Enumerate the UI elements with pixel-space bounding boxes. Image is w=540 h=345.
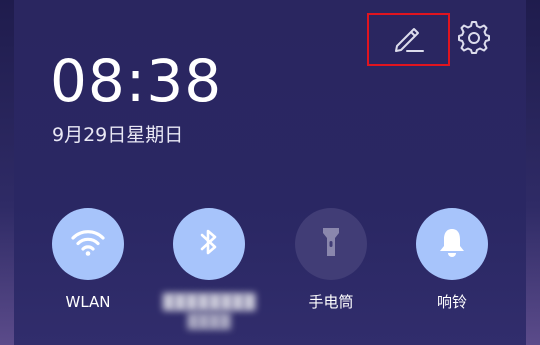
left-edge [0, 0, 14, 345]
ringer-toggle-circle[interactable] [416, 208, 488, 280]
flashlight-icon [320, 225, 342, 263]
ringer-label: 响铃 [436, 293, 467, 311]
edit-button[interactable] [388, 22, 428, 58]
flashlight-label: 手电筒 [308, 293, 354, 311]
right-edge [526, 0, 540, 345]
wlan-toggle-circle[interactable] [52, 208, 124, 280]
bluetooth-icon [197, 226, 221, 262]
bluetooth-label-obscured: ████████ [162, 293, 256, 311]
bluetooth-toggle-circle[interactable] [173, 208, 245, 280]
bluetooth-sublabel-obscured: ████ [187, 314, 231, 330]
flashlight-toggle[interactable]: 手电筒 [283, 208, 379, 338]
date-label: 9月29日星期日 [52, 124, 184, 146]
bell-icon [437, 226, 467, 262]
flashlight-toggle-circle[interactable] [295, 208, 367, 280]
ringer-toggle[interactable]: 响铃 [404, 208, 500, 338]
clock-time: 08:38 [50, 47, 223, 115]
gear-icon [457, 21, 491, 59]
wlan-label: WLAN [65, 293, 111, 311]
pencil-icon [391, 22, 425, 58]
wlan-toggle[interactable]: WLAN [40, 208, 136, 338]
settings-button[interactable] [454, 20, 494, 60]
bluetooth-toggle[interactable]: ████████ ████ [161, 208, 257, 338]
wifi-icon [70, 227, 106, 261]
